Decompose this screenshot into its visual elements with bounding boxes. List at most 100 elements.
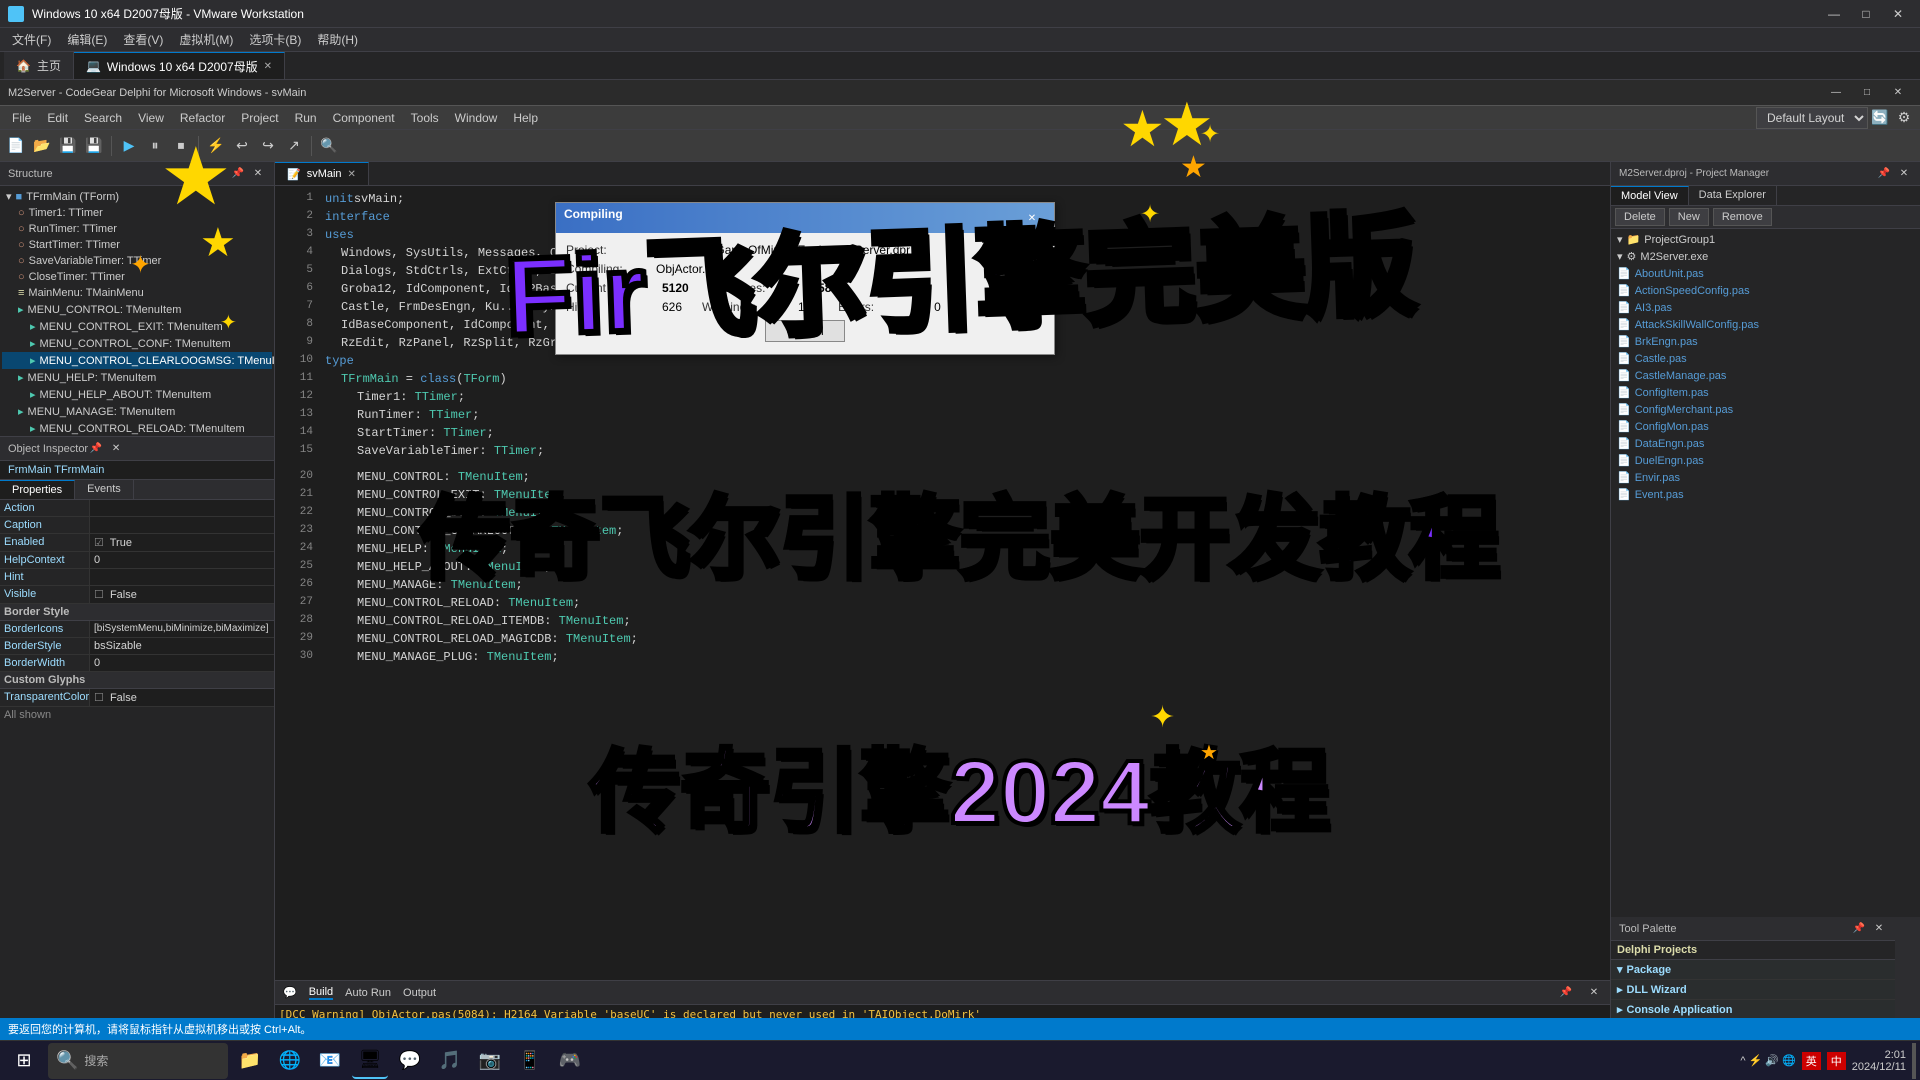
menu-help[interactable]: 帮助(H) — [309, 28, 366, 51]
tab-vm[interactable]: 💻 Windows 10 x64 D2007母版 ✕ — [74, 52, 285, 79]
search-icon-btn[interactable]: 🔍 — [317, 134, 341, 158]
stop-btn[interactable]: ⏹ — [169, 134, 193, 158]
tree-starttimer[interactable]: ○ StartTimer: TTimer — [2, 237, 272, 253]
refresh-btn[interactable]: 🔄 — [1868, 106, 1892, 130]
obj-pin[interactable]: 📌 — [88, 441, 104, 457]
step-over-btn[interactable]: ↪ — [256, 134, 280, 158]
menu-file[interactable]: 文件(F) — [4, 28, 59, 51]
msg-close[interactable]: ✕ — [1586, 985, 1602, 1001]
msg-tab-build[interactable]: Build — [309, 986, 333, 1000]
proj-file-3[interactable]: 📄 AttackSkillWallConfig.pas — [1613, 316, 1918, 333]
delphi-menu-component[interactable]: Component — [325, 106, 403, 129]
taskbar-game[interactable]: 🎮 — [552, 1043, 588, 1079]
palette-close[interactable]: ✕ — [1871, 921, 1887, 937]
checkbox-transcolor[interactable]: ☐ — [94, 692, 104, 704]
delphi-menu-project[interactable]: Project — [233, 106, 286, 129]
obj-close[interactable]: ✕ — [108, 441, 124, 457]
toggle-btn[interactable]: ⚡ — [204, 134, 228, 158]
settings-btn[interactable]: ⚙ — [1892, 106, 1916, 130]
tree-menu-conf[interactable]: ▸ MENU_CONTROL_CONF: TMenuItem — [2, 335, 272, 352]
save-btn[interactable]: 💾 — [56, 134, 80, 158]
proj-file-11[interactable]: 📄 DuelEngn.pas — [1613, 452, 1918, 469]
proj-pin[interactable]: 📌 — [1876, 166, 1892, 182]
proj-file-6[interactable]: 📄 CastleManage.pas — [1613, 367, 1918, 384]
proj-tab-model[interactable]: Model View — [1611, 186, 1689, 205]
delphi-menu-edit[interactable]: Edit — [39, 106, 76, 129]
msg-tab-output[interactable]: Output — [403, 987, 436, 999]
prop-visible-value[interactable]: ☐ False — [90, 586, 274, 603]
proj-close-btn[interactable]: ✕ — [1896, 166, 1912, 182]
delphi-menu-tools[interactable]: Tools — [403, 106, 447, 129]
proj-new-btn[interactable]: New — [1669, 208, 1709, 226]
proj-file-0[interactable]: 📄 AboutUnit.pas — [1613, 265, 1918, 282]
save-all-btn[interactable]: 💾 — [82, 134, 106, 158]
tree-menu-about[interactable]: ▸ MENU_HELP_ABOUT: TMenuItem — [2, 386, 272, 403]
proj-file-9[interactable]: 📄 ConfigMon.pas — [1613, 418, 1918, 435]
proj-file-5[interactable]: 📄 Castle.pas — [1613, 350, 1918, 367]
proj-file-8[interactable]: 📄 ConfigMerchant.pas — [1613, 401, 1918, 418]
code-tab-svmain[interactable]: 📝 svMain ✕ — [275, 162, 369, 185]
delphi-menu-search[interactable]: Search — [76, 106, 130, 129]
proj-file-2[interactable]: 📄 AI3.pas — [1613, 299, 1918, 316]
palette-section-console[interactable]: ▸ Console Application — [1611, 1000, 1895, 1020]
structure-pin[interactable]: 📌 — [230, 166, 246, 182]
tree-menu-help[interactable]: ▸ MENU_HELP: TMenuItem — [2, 369, 272, 386]
proj-remove-btn[interactable]: Remove — [1713, 208, 1772, 226]
taskbar-phone[interactable]: 📱 — [512, 1043, 548, 1079]
tree-runtimer[interactable]: ○ RunTimer: TTimer — [2, 221, 272, 237]
menu-vm[interactable]: 虚拟机(M) — [171, 28, 241, 51]
proj-delete-btn[interactable]: Delete — [1615, 208, 1665, 226]
obj-tab-properties[interactable]: Properties — [0, 480, 75, 499]
tree-root[interactable]: ▾ ■ TFrmMain (TForm) — [2, 188, 272, 205]
obj-tab-events[interactable]: Events — [75, 480, 134, 499]
prop-borderwidth-value[interactable]: 0 — [90, 655, 274, 671]
pause-btn[interactable]: ⏸ — [143, 134, 167, 158]
delphi-menu-view[interactable]: View — [130, 106, 172, 129]
step-out-btn[interactable]: ↗ — [282, 134, 306, 158]
taskbar-camera[interactable]: 📷 — [472, 1043, 508, 1079]
menu-edit[interactable]: 编辑(E) — [59, 28, 115, 51]
tree-menu-control[interactable]: ▸ MENU_CONTROL: TMenuItem — [2, 301, 272, 318]
close-button[interactable]: ✕ — [1884, 3, 1912, 25]
tab-home[interactable]: 🏠 主页 — [4, 52, 74, 79]
proj-file-1[interactable]: 📄 ActionSpeedConfig.pas — [1613, 282, 1918, 299]
close-tab-icon[interactable]: ✕ — [264, 61, 272, 72]
checkbox-visible[interactable]: ☐ — [94, 589, 104, 601]
taskbar-chrome[interactable]: 🌐 — [272, 1043, 308, 1079]
checkbox-enabled[interactable]: ☑ — [94, 537, 104, 549]
run-btn[interactable]: ▶ — [117, 134, 141, 158]
prop-helpctx-value[interactable]: 0 — [90, 552, 274, 568]
proj-exe[interactable]: ▾ ⚙ M2Server.exe — [1613, 248, 1918, 265]
menu-view[interactable]: 查看(V) — [115, 28, 171, 51]
prop-bordericons-value[interactable]: [biSystemMenu,biMinimize,biMaximize] — [90, 621, 274, 637]
tree-closetimer[interactable]: ○ CloseTimer: TTimer — [2, 269, 272, 285]
tree-menu-clear[interactable]: ▸ MENU_CONTROL_CLEARLOOGMSG: TMenuItem — [2, 352, 272, 369]
tree-timer1[interactable]: ○ Timer1: TTimer — [2, 205, 272, 221]
maximize-button[interactable]: □ — [1852, 3, 1880, 25]
palette-pin[interactable]: 📌 — [1851, 921, 1867, 937]
new-btn[interactable]: 📄 — [4, 134, 28, 158]
palette-section-package[interactable]: ▾ Package — [1611, 960, 1895, 980]
taskbar-terminal[interactable]: 💬 — [392, 1043, 428, 1079]
delphi-maximize[interactable]: □ — [1853, 82, 1881, 104]
taskbar-media[interactable]: 🎵 — [432, 1043, 468, 1079]
proj-file-4[interactable]: 📄 BrkEngn.pas — [1613, 333, 1918, 350]
start-button[interactable]: ⊞ — [4, 1043, 44, 1079]
minimize-button[interactable]: — — [1820, 3, 1848, 25]
tree-mainmenu[interactable]: ≡ MainMenu: TMainMenu — [2, 285, 272, 301]
step-btn[interactable]: ↩ — [230, 134, 254, 158]
proj-file-7[interactable]: 📄 ConfigItem.pas — [1613, 384, 1918, 401]
palette-section-dll[interactable]: ▸ DLL Wizard — [1611, 980, 1895, 1000]
delphi-menu-run[interactable]: Run — [287, 106, 325, 129]
delphi-menu-file[interactable]: File — [4, 106, 39, 129]
prop-borderstyle-value[interactable]: bsSizable — [90, 638, 274, 654]
tree-menu-exit[interactable]: ▸ MENU_CONTROL_EXIT: TMenuItem — [2, 318, 272, 335]
msg-pin[interactable]: 📌 — [1558, 985, 1574, 1001]
close-code-tab-icon[interactable]: ✕ — [348, 169, 356, 180]
delphi-close[interactable]: ✕ — [1884, 82, 1912, 104]
proj-tab-data[interactable]: Data Explorer — [1689, 186, 1777, 205]
tree-menu-manage[interactable]: ▸ MENU_MANAGE: TMenuItem — [2, 403, 272, 420]
prop-caption-value[interactable] — [90, 517, 274, 533]
dialog-close-btn[interactable]: ✕ — [1018, 207, 1046, 229]
prop-enabled-value[interactable]: ☑ True — [90, 534, 274, 551]
